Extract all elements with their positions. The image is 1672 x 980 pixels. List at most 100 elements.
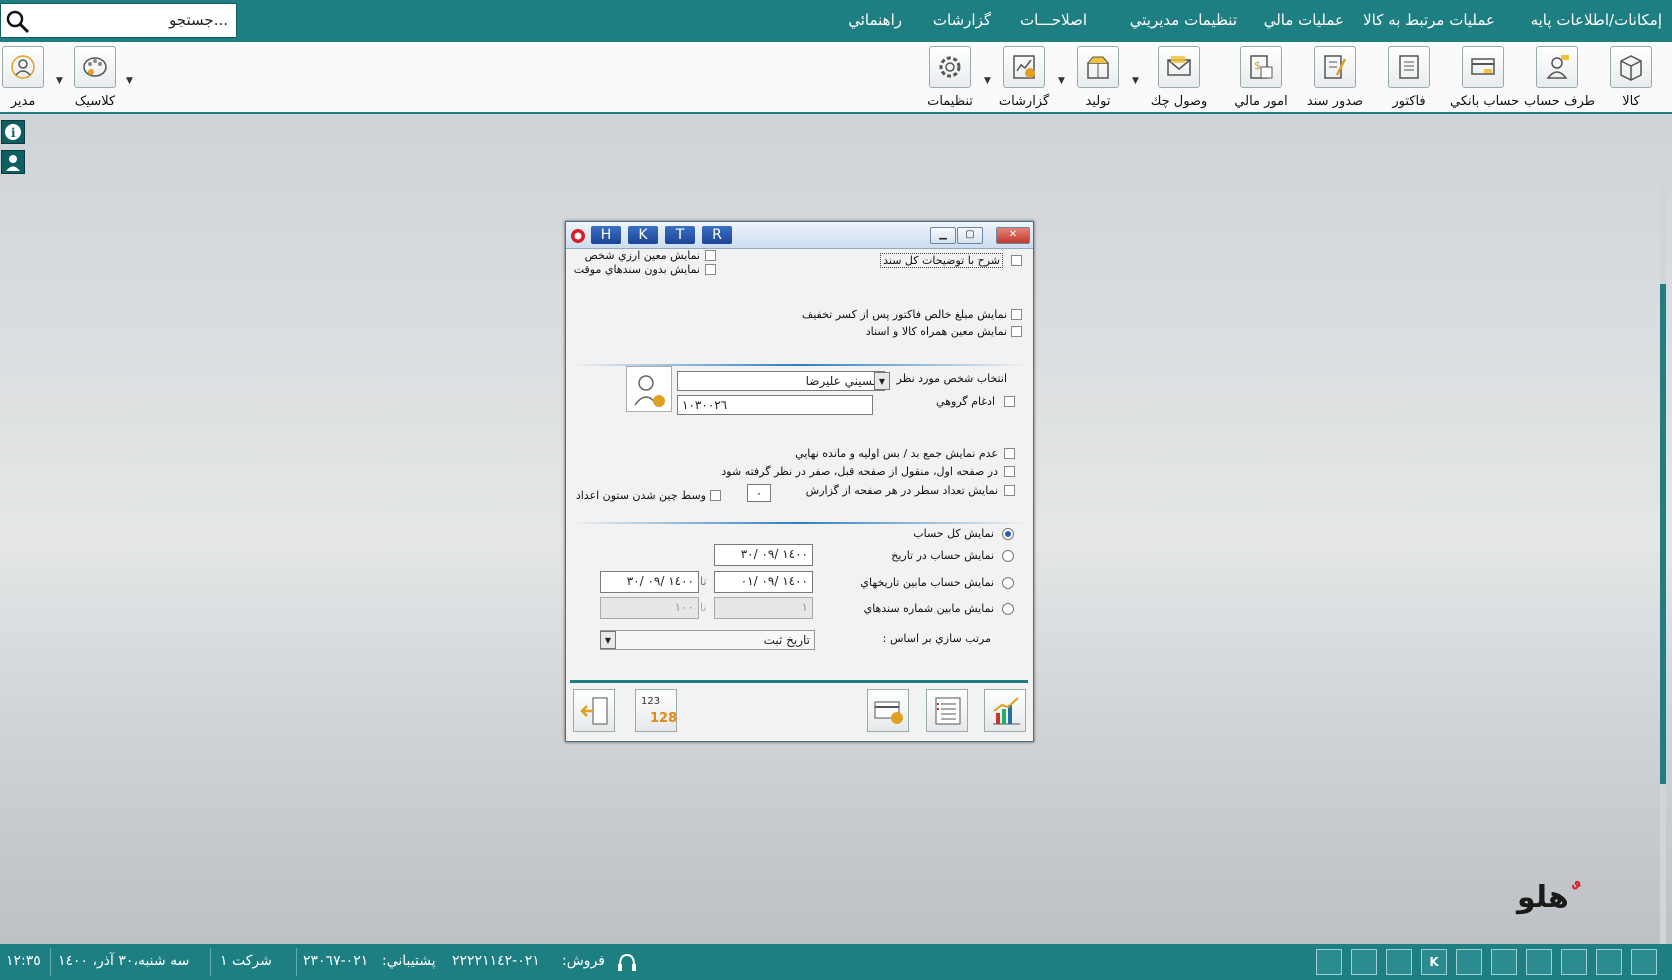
adgham-checkbox[interactable]: [1004, 396, 1015, 407]
adam-jam-checkbox[interactable]: [1004, 448, 1015, 459]
document-pen-icon: [1314, 46, 1356, 88]
radio-mabeyn-shomare[interactable]: [1002, 603, 1014, 615]
report-chart-icon: [1003, 46, 1045, 88]
info-icon[interactable]: i: [1, 120, 25, 144]
bedoon-movaghat-checkbox[interactable]: [705, 264, 716, 275]
toolbar-user-manager-button[interactable]: مدير: [0, 46, 56, 109]
doc-from-field[interactable]: ١: [714, 597, 813, 619]
vasat-chin-checkbox[interactable]: [710, 490, 721, 501]
menu-management-settings[interactable]: تنظيمات مديريتي: [1130, 11, 1237, 29]
headset-icon: [618, 953, 636, 971]
account-report-dialog: H K T R ▁ ▢ ✕ شرح با توضيحات كل سند نماي…: [565, 221, 1034, 742]
menu-goods-ops[interactable]: عمليات مرتبط به كالا: [1363, 11, 1495, 29]
chevron-down-icon[interactable]: ▼: [126, 76, 133, 86]
brand-logo: ٌهلو: [1517, 880, 1569, 915]
menu-basic-info[interactable]: إمكانات/اطلاعات پايه: [1531, 11, 1662, 29]
toolbar-cheque-receipt-button[interactable]: وصول چك: [1146, 46, 1212, 109]
sort-dropdown-button[interactable]: ▼: [600, 631, 616, 649]
safhe-aval-checkbox[interactable]: [1004, 466, 1015, 477]
toolbar-financial-affairs-button[interactable]: $ امور مالي: [1228, 46, 1294, 109]
exit-button[interactable]: [573, 689, 615, 732]
toolbar-reports-button[interactable]: گزارشات: [991, 46, 1057, 109]
menu-corrections[interactable]: اصلاحـــات: [1020, 11, 1087, 29]
divider: [50, 948, 51, 976]
k-shortcut-icon[interactable]: K: [1421, 949, 1447, 975]
toolbar-production-button[interactable]: توليد: [1065, 46, 1131, 109]
khales-checkbox[interactable]: [1011, 309, 1022, 320]
menu-reports[interactable]: گزارشات: [933, 11, 991, 29]
calculator-icon[interactable]: [1456, 949, 1482, 975]
side-scroll-strip[interactable]: [1660, 114, 1666, 944]
number-format-top: 123: [641, 696, 661, 707]
number-format-bottom: 128: [650, 711, 678, 726]
search-input[interactable]: جستجو...: [0, 3, 237, 38]
sales-label: فروش:: [562, 953, 605, 969]
dialog-titlebar[interactable]: H K T R ▁ ▢ ✕: [566, 222, 1033, 249]
radio-kol-hesab[interactable]: [1002, 528, 1014, 540]
moein-kala-checkbox[interactable]: [1011, 326, 1022, 337]
close-button[interactable]: ✕: [996, 227, 1030, 244]
hotkey-t-button[interactable]: T: [665, 226, 695, 244]
scroll-thumb[interactable]: [1660, 284, 1666, 784]
toolbar-bank-account-button[interactable]: حساب بانكي: [1450, 46, 1519, 109]
phone-icon[interactable]: [1386, 949, 1412, 975]
maximize-button[interactable]: ▢: [957, 227, 983, 244]
search-icon[interactable]: [6, 10, 30, 34]
hotkey-k-button[interactable]: K: [628, 226, 658, 244]
print-list-button[interactable]: [926, 689, 968, 732]
person-dropdown-button[interactable]: ▼: [874, 372, 890, 390]
person-combobox[interactable]: حسيني عليرضا: [677, 371, 885, 391]
person-code-field[interactable]: ١٠٣٠٠٢٦: [677, 395, 873, 415]
calendar-grid-icon[interactable]: [1631, 949, 1657, 975]
minimize-button[interactable]: ▁: [930, 227, 956, 244]
toolbar-theme-classic-label: كلاسيک: [74, 94, 116, 109]
chevron-down-icon[interactable]: ▼: [1058, 76, 1065, 86]
chevron-down-icon[interactable]: ▼: [56, 76, 63, 86]
support-agent-icon[interactable]: [1, 150, 25, 174]
chevron-down-icon[interactable]: ▼: [1132, 76, 1139, 86]
hotkey-h-button[interactable]: H: [591, 226, 621, 244]
rows-per-page-field[interactable]: ٠: [747, 484, 771, 502]
payment-card-button[interactable]: [867, 689, 909, 732]
chart-clock-icon[interactable]: [1561, 949, 1587, 975]
menu-help[interactable]: راهنمائي: [848, 11, 902, 29]
toolbar-settings-button[interactable]: تنظيمات: [917, 46, 983, 109]
radio-dar-tarikh[interactable]: [1002, 550, 1014, 562]
toolbar-invoice-button[interactable]: فاكتور: [1376, 46, 1442, 109]
toolbar-theme-classic-button[interactable]: كلاسيک: [62, 46, 128, 109]
share-icon[interactable]: [1526, 949, 1552, 975]
note-icon[interactable]: [1491, 949, 1517, 975]
sharh-checkbox[interactable]: [1011, 255, 1022, 266]
date-at-field[interactable]: ١٤٠٠ /٠٩ /٣٠: [714, 544, 813, 566]
radio-dar-tarikh-label: نمايش حساب در تاريخ: [891, 549, 994, 562]
moein-arzi-checkbox[interactable]: [705, 250, 716, 261]
calendar-icon[interactable]: [1351, 949, 1377, 975]
document-icon[interactable]: [1316, 949, 1342, 975]
date-from-field[interactable]: ١٤٠٠ /٠٩ /٠١: [714, 571, 813, 593]
date-to-field[interactable]: ١٤٠٠ /٠٩ /٣٠: [600, 571, 699, 593]
sort-combobox[interactable]: تاريخ ثبت: [600, 630, 815, 650]
svg-text:$: $: [1254, 59, 1261, 72]
card-clock-icon: [874, 701, 903, 724]
sharh-label[interactable]: شرح با توضيحات كل سند: [880, 253, 1003, 268]
adgham-label: ادغام گروهي: [936, 395, 995, 408]
chevron-down-icon[interactable]: ▼: [984, 76, 991, 86]
number-format-button[interactable]: 123 128: [635, 689, 677, 732]
sales-phone: ٠٢١-٢٢٢٢١١٤٢: [452, 953, 540, 969]
status-company[interactable]: شركت ١: [220, 953, 272, 969]
status-time: ١٢:٣٥: [6, 953, 41, 969]
hotkey-r-button[interactable]: R: [702, 226, 732, 244]
toolbar-account-party-button[interactable]: طرف حساب: [1524, 46, 1595, 109]
svg-text:i: i: [11, 126, 16, 140]
chart-icon: [993, 697, 1020, 725]
calendar-12-icon[interactable]: [1596, 949, 1622, 975]
doc-to-field[interactable]: ١٠٠: [600, 597, 699, 619]
status-bar: ١٢:٣٥ سه شنبه،٣٠ آذر، ١٤٠٠ شركت ١ ٠٢١-٢٣…: [0, 944, 1672, 980]
radio-mabeyn-tarikh[interactable]: [1002, 577, 1014, 589]
toolbar-issue-document-button[interactable]: صدور سند: [1302, 46, 1368, 109]
show-chart-button[interactable]: [984, 689, 1026, 732]
menu-financial-ops[interactable]: عمليات مالي: [1264, 11, 1344, 29]
tedad-satr-checkbox[interactable]: [1004, 485, 1015, 496]
toolbar-goods-button[interactable]: كالا: [1598, 46, 1664, 109]
person-avatar-icon[interactable]: [626, 366, 672, 412]
